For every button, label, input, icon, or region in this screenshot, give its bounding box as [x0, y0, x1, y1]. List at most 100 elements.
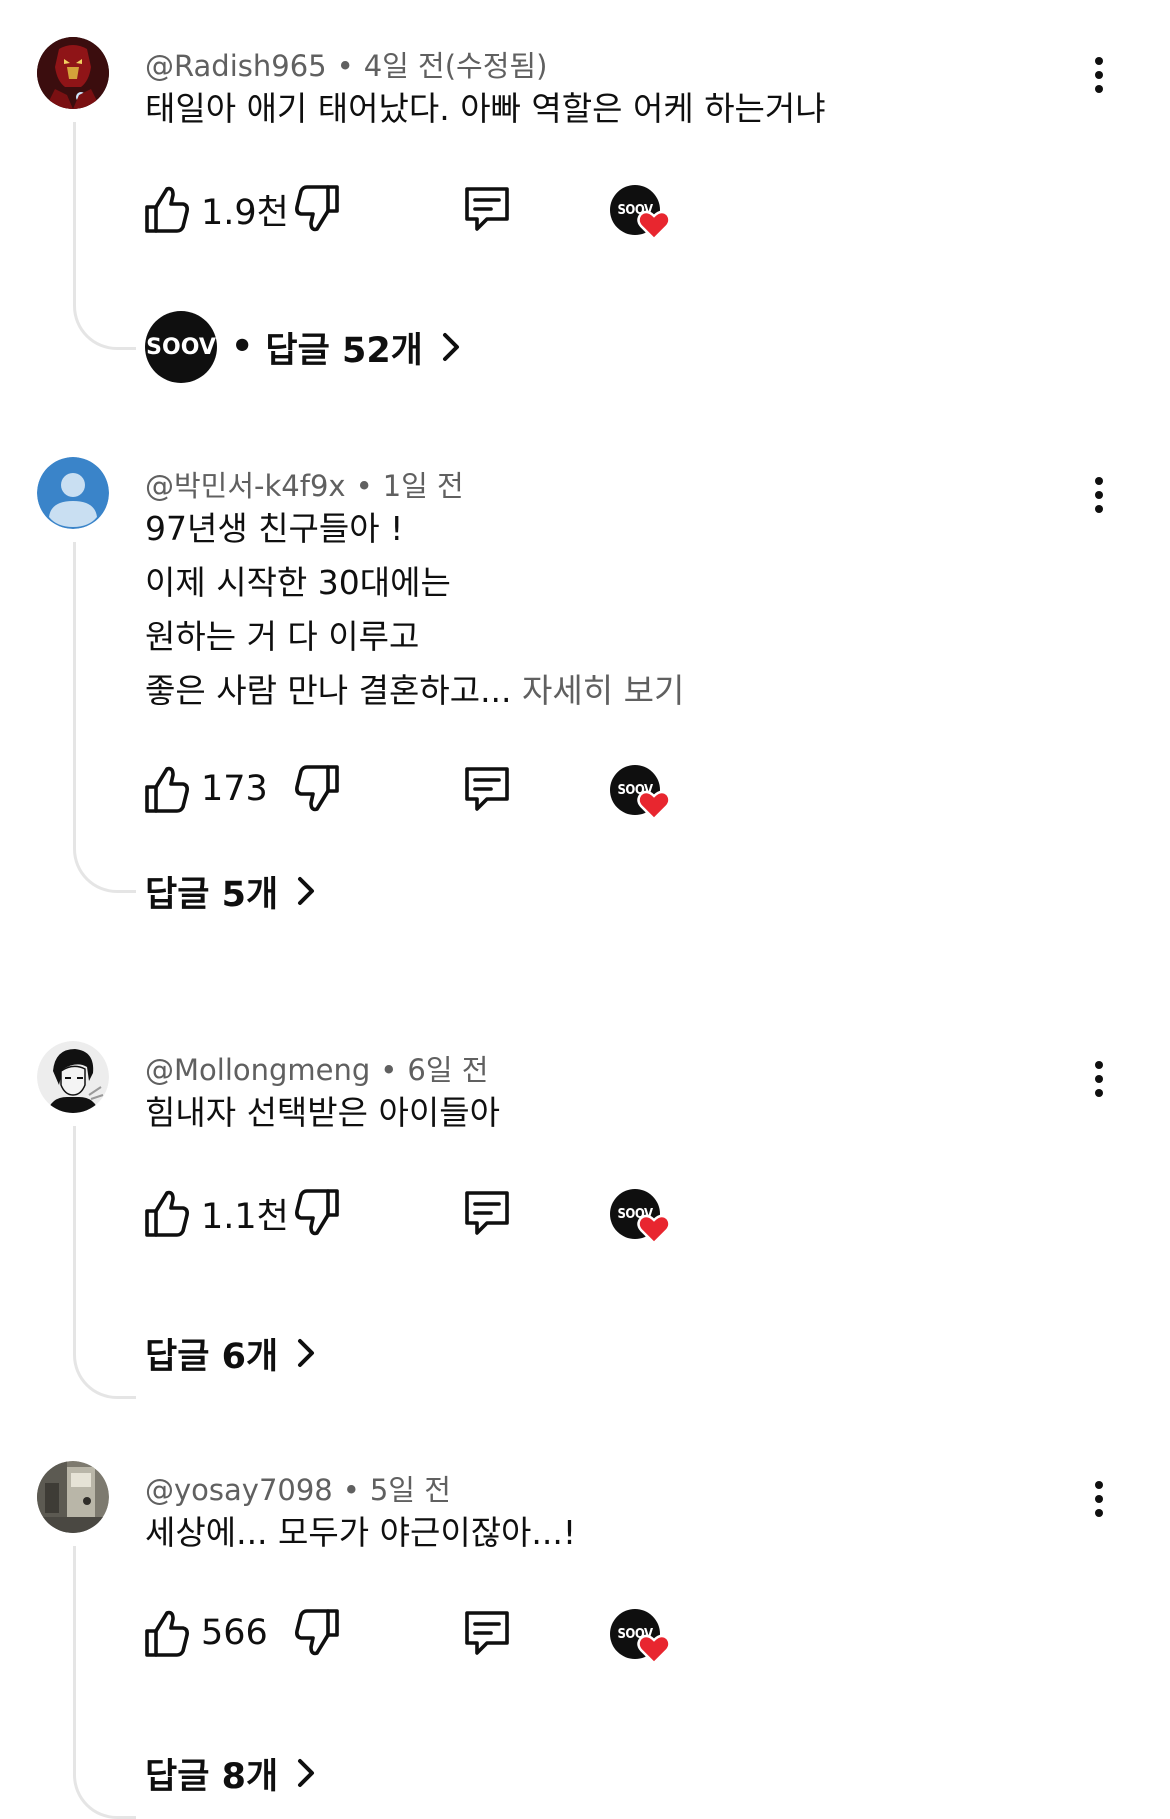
more-vertical-icon — [1095, 477, 1103, 485]
reply-button[interactable] — [461, 759, 513, 819]
dislike-button[interactable] — [293, 1603, 341, 1663]
thread-line — [73, 122, 136, 350]
heart-icon — [637, 1214, 671, 1245]
reply-bullet: • — [231, 327, 254, 367]
replies-count: 답글 8개 — [145, 1756, 279, 1797]
avatar[interactable] — [37, 37, 109, 109]
timestamp: 6일 전 — [407, 1053, 489, 1087]
like-count: 173 — [201, 769, 268, 809]
comment-line: 이제 시작한 30대에는 — [145, 563, 451, 602]
timestamp: 5일 전 — [369, 1473, 451, 1507]
comment-line: 태일아 애기 태어났다. 아빠 역할은 어케 하는거냐 — [145, 89, 826, 128]
heart-icon — [637, 1634, 671, 1665]
comment-line-text: 좋은 사람 만나 결혼하고... — [145, 671, 512, 710]
thumbs-up-icon — [145, 186, 189, 233]
comment: @yosay7098 • 5일 전 세상에... 모두가 야근이잖아...! 566… — [0, 1461, 1170, 1819]
avatar[interactable] — [37, 457, 109, 529]
chevron-right-icon — [296, 1757, 316, 1789]
comment-meta: @Radish965 • 4일 전(수정됨) — [145, 43, 547, 85]
like-button[interactable]: 1.9천 — [143, 179, 289, 239]
replies-count: 답글 52개 — [265, 330, 423, 371]
avatar[interactable] — [37, 1041, 109, 1113]
author-name[interactable]: @yosay7098 — [145, 1473, 333, 1507]
meta-separator: • — [380, 1053, 398, 1087]
view-replies-button[interactable]: 답글 8개 — [145, 1751, 316, 1797]
view-replies-button[interactable]: SOOV • 답글 52개 — [145, 311, 461, 383]
more-options-button[interactable] — [1082, 470, 1116, 520]
chevron-right-icon — [296, 1337, 316, 1369]
thumbs-down-icon — [295, 765, 339, 812]
chevron-right-icon — [441, 331, 461, 363]
more-dot — [1095, 505, 1103, 513]
more-dot — [1095, 85, 1103, 93]
comment-line: 원하는 거 다 이루고 — [145, 617, 420, 656]
replies-count: 답글 6개 — [145, 1336, 279, 1377]
comment-text: 97년생 친구들아 ! 이제 시작한 30대에는 원하는 거 다 이루고 좋은 … — [145, 502, 684, 718]
more-dot — [1095, 1075, 1103, 1083]
comment-actions: 566 SOOV — [143, 1603, 703, 1665]
dislike-button[interactable] — [293, 1183, 341, 1243]
more-dot — [1095, 1495, 1103, 1503]
reply-button[interactable] — [461, 1603, 513, 1663]
like-button[interactable]: 173 — [143, 759, 268, 819]
heart-icon — [637, 790, 671, 821]
meta-separator: • — [342, 1473, 360, 1507]
thread-line — [73, 542, 136, 893]
avatar[interactable] — [37, 1461, 109, 1533]
author-name[interactable]: @박민서-k4f9x — [145, 469, 346, 503]
like-button[interactable]: 566 — [143, 1603, 268, 1663]
comment-text: 태일아 애기 태어났다. 아빠 역할은 어케 하는거냐 — [145, 82, 826, 136]
comment-icon — [465, 1611, 509, 1655]
more-vertical-icon — [1095, 1481, 1103, 1489]
view-replies-button[interactable]: 답글 6개 — [145, 1331, 316, 1377]
replies-count: 답글 5개 — [145, 874, 279, 915]
chevron-right-icon — [296, 875, 316, 907]
comment-text: 힘내자 선택받은 아이들아 — [145, 1086, 500, 1140]
more-dot — [1095, 1089, 1103, 1097]
comment-line: 좋은 사람 만나 결혼하고... 자세히 보기 — [145, 664, 684, 718]
creator-heart: SOOV — [610, 1609, 674, 1665]
more-dot — [1095, 1509, 1103, 1517]
comment-icon — [465, 1191, 509, 1235]
reply-button[interactable] — [461, 1183, 513, 1243]
meta-separator: • — [336, 49, 354, 83]
comment: @Radish965 • 4일 전(수정됨) 태일아 애기 태어났다. 아빠 역할은… — [0, 37, 1170, 397]
creator-heart: SOOV — [610, 1189, 674, 1245]
creator-heart: SOOV — [610, 185, 674, 241]
comment-line: 힘내자 선택받은 아이들아 — [145, 1093, 500, 1132]
heart-icon — [637, 210, 671, 241]
meta-separator: • — [355, 469, 373, 503]
comment-actions: 1.9천 SOOV — [143, 179, 703, 241]
more-dot — [1095, 491, 1103, 499]
more-options-button[interactable] — [1082, 1054, 1116, 1104]
comment-actions: 1.1천 SOOV — [143, 1183, 703, 1245]
like-count: 566 — [201, 1613, 268, 1653]
dislike-button[interactable] — [293, 759, 341, 819]
creator-reply-avatar: SOOV — [145, 311, 217, 383]
author-name[interactable]: @Mollongmeng — [145, 1053, 370, 1087]
thumbs-down-icon — [295, 185, 339, 232]
comment-line: 97년생 친구들아 ! — [145, 509, 404, 548]
comment-actions: 173 SOOV — [143, 759, 703, 821]
like-button[interactable]: 1.1천 — [143, 1183, 289, 1243]
more-vertical-icon — [1095, 57, 1103, 65]
like-count: 1.1천 — [201, 1196, 289, 1237]
thumbs-down-icon — [295, 1609, 339, 1656]
author-name[interactable]: @Radish965 — [145, 49, 327, 83]
dislike-button[interactable] — [293, 179, 341, 239]
thumbs-up-icon — [145, 766, 189, 813]
comment-icon — [465, 187, 509, 231]
read-more-link[interactable]: 자세히 보기 — [522, 671, 684, 710]
more-dot — [1095, 71, 1103, 79]
creator-heart: SOOV — [610, 765, 674, 821]
more-options-button[interactable] — [1082, 1474, 1116, 1524]
thread-line — [73, 1546, 136, 1819]
thread-line — [73, 1126, 136, 1399]
view-replies-button[interactable]: 답글 5개 — [145, 869, 316, 915]
reply-button[interactable] — [461, 179, 513, 239]
comment-meta: @Mollongmeng • 6일 전 — [145, 1047, 488, 1089]
more-options-button[interactable] — [1082, 50, 1116, 100]
timestamp: 1일 전 — [382, 469, 464, 503]
comment: @Mollongmeng • 6일 전 힘내자 선택받은 아이들아 1.1천 SOO… — [0, 1041, 1170, 1401]
like-count: 1.9천 — [201, 192, 289, 233]
